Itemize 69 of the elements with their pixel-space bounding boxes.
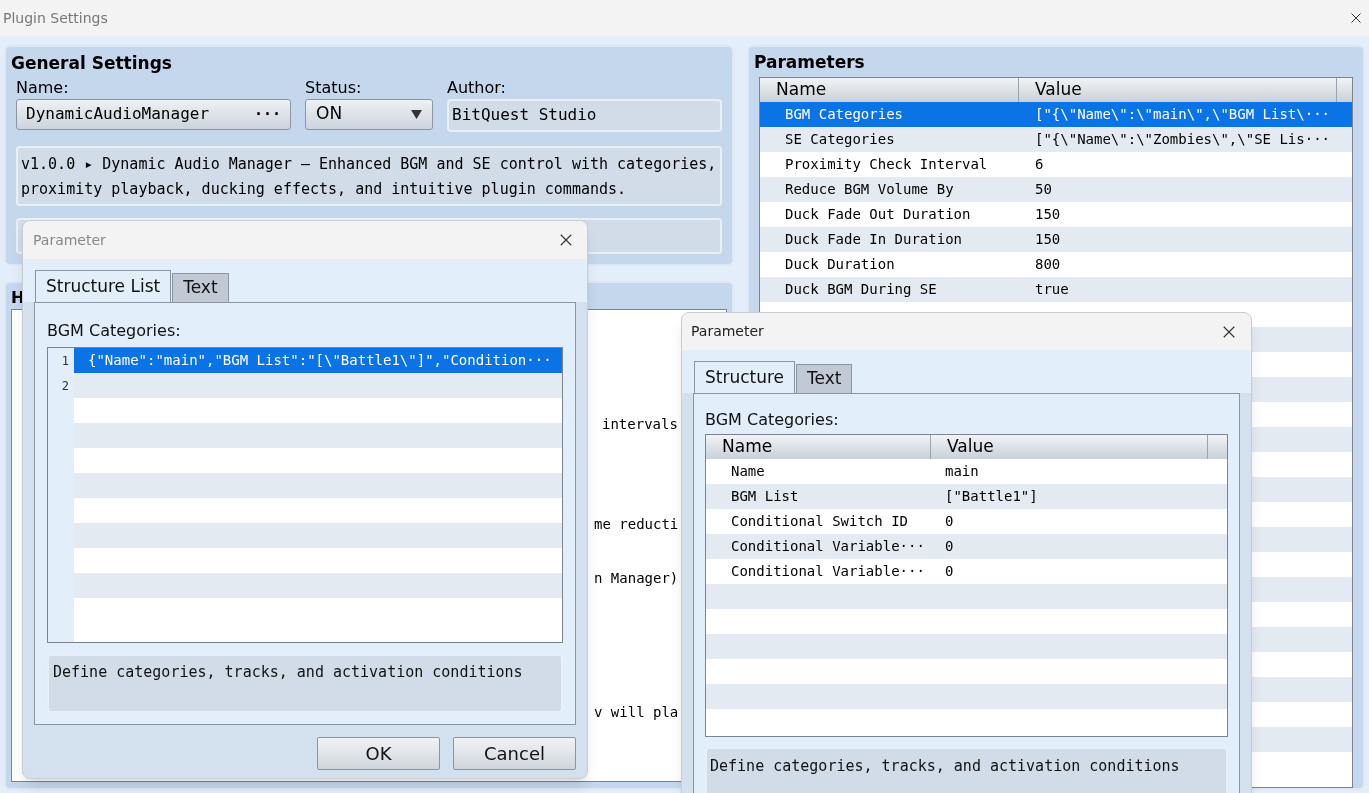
table-cell-text: SE Categories — [784, 130, 896, 149]
column-header[interactable]: Name — [760, 78, 1019, 102]
table-cell-text: 50 — [1034, 180, 1052, 199]
table-cell-text: 0 — [944, 562, 954, 581]
table-cell-text: ["{\"Name\":\"Zombies\",\"SE Lis··· — [1034, 130, 1330, 149]
field-label: Status: — [305, 76, 363, 99]
column-header[interactable]: Name — [706, 435, 931, 459]
table-cell-text: 800 — [1034, 255, 1061, 274]
table-cell-text: Conditional Variable··· — [730, 537, 926, 556]
panel-title: Parameters — [754, 51, 866, 73]
line-number: 2 — [60, 377, 70, 395]
table-cell-text: ["{\"Name\":\"main\",\"BGM List\··· — [1034, 105, 1330, 124]
table-row[interactable]: Duck Fade In Duration 150 — [760, 227, 1352, 252]
table-cell-text: Name — [730, 462, 766, 481]
name-field[interactable]: DynamicAudioManager ··· — [16, 98, 291, 130]
dialog-button[interactable]: OK — [317, 737, 440, 770]
close-icon[interactable] — [1222, 324, 1236, 339]
table-cell-text: Duck Fade Out Duration — [784, 205, 972, 224]
close-icon[interactable] — [559, 233, 573, 247]
dialog-title: Parameter — [691, 322, 764, 341]
table-cell-text: Duck Fade In Duration — [784, 230, 963, 249]
column-header[interactable]: Value — [1019, 78, 1337, 102]
table-cell-text: Conditional Variable··· — [730, 562, 926, 581]
column-header[interactable]: Value — [931, 435, 1208, 459]
tab[interactable]: Text — [172, 273, 229, 302]
description-box: Define categories, tracks, and activation conditions — [47, 653, 563, 713]
table-cell-text: 150 — [1034, 230, 1061, 249]
table-row[interactable]: BGM Categories ["{\"Name\":\"main\",\"BGM List\··· — [760, 102, 1352, 127]
table-cell-text: Duck BGM During SE — [784, 280, 938, 299]
table-cell-text: 6 — [1034, 155, 1044, 174]
header-filler — [1337, 78, 1352, 102]
dialog-button[interactable]: Cancel — [453, 737, 576, 770]
list-label: BGM Categories: — [47, 320, 182, 342]
tab[interactable]: Structure — [694, 361, 796, 393]
description-field[interactable]: v1.0.0 ▸ Dynamic Audio Manager – Enhanced BGM and SE control with categories, proximity playback, ducking effects, and intuitive plugin commands. — [16, 145, 722, 206]
table-row[interactable]: SE Categories ["{\"Name\":\"Zombies\",\"SE Lis··· — [760, 127, 1352, 152]
window-title: Plugin Settings — [3, 8, 108, 28]
table-cell-text: main — [944, 462, 979, 481]
line-number: 1 — [60, 352, 70, 370]
close-icon[interactable] — [1350, 12, 1362, 24]
dropdown-arrow-icon — [411, 109, 422, 119]
author-field[interactable]: BitQuest Studio — [447, 98, 722, 132]
table-cell-text: true — [1034, 280, 1069, 299]
table-cell-text: Reduce BGM Volume By — [784, 180, 955, 199]
header-filler — [1208, 435, 1227, 459]
tab[interactable]: Text — [796, 364, 853, 393]
table-cell-text: 0 — [944, 537, 954, 556]
dialog-title: Parameter — [33, 230, 106, 250]
table-row[interactable]: Duck BGM During SE true — [760, 277, 1352, 302]
browse-button[interactable]: ··· — [253, 102, 281, 126]
table-label: BGM Categories: — [705, 409, 840, 431]
status-dropdown[interactable]: ON — [305, 98, 433, 130]
tab[interactable]: Structure List — [35, 270, 172, 302]
description-box: Define categories, tracks, and activation conditions — [705, 747, 1228, 793]
table-cell-text: Conditional Switch ID — [730, 512, 909, 531]
table-row[interactable]: Conditional Variable··· 0 — [706, 534, 1227, 559]
field-label: Name: — [16, 76, 70, 99]
table-cell-text: ["Battle1"] — [944, 487, 1038, 506]
table-cell-text: Duck Duration — [784, 255, 896, 274]
table-row[interactable]: Reduce BGM Volume By 50 — [760, 177, 1352, 202]
table-cell-text: BGM Categories — [784, 105, 904, 124]
table-cell-text: 150 — [1034, 205, 1061, 224]
table-row[interactable]: BGM List ["Battle1"] — [706, 484, 1227, 509]
table-cell-text: 0 — [944, 512, 954, 531]
panel-title: General Settings — [11, 52, 173, 75]
list-row[interactable]: {"Name":"main","BGM List":"[\"Battle1\"]","Condition··· — [74, 348, 562, 373]
field-label: Author: — [447, 76, 507, 99]
table-cell-text: BGM List — [730, 487, 800, 506]
table-cell-text: Proximity Check Interval — [784, 155, 989, 174]
